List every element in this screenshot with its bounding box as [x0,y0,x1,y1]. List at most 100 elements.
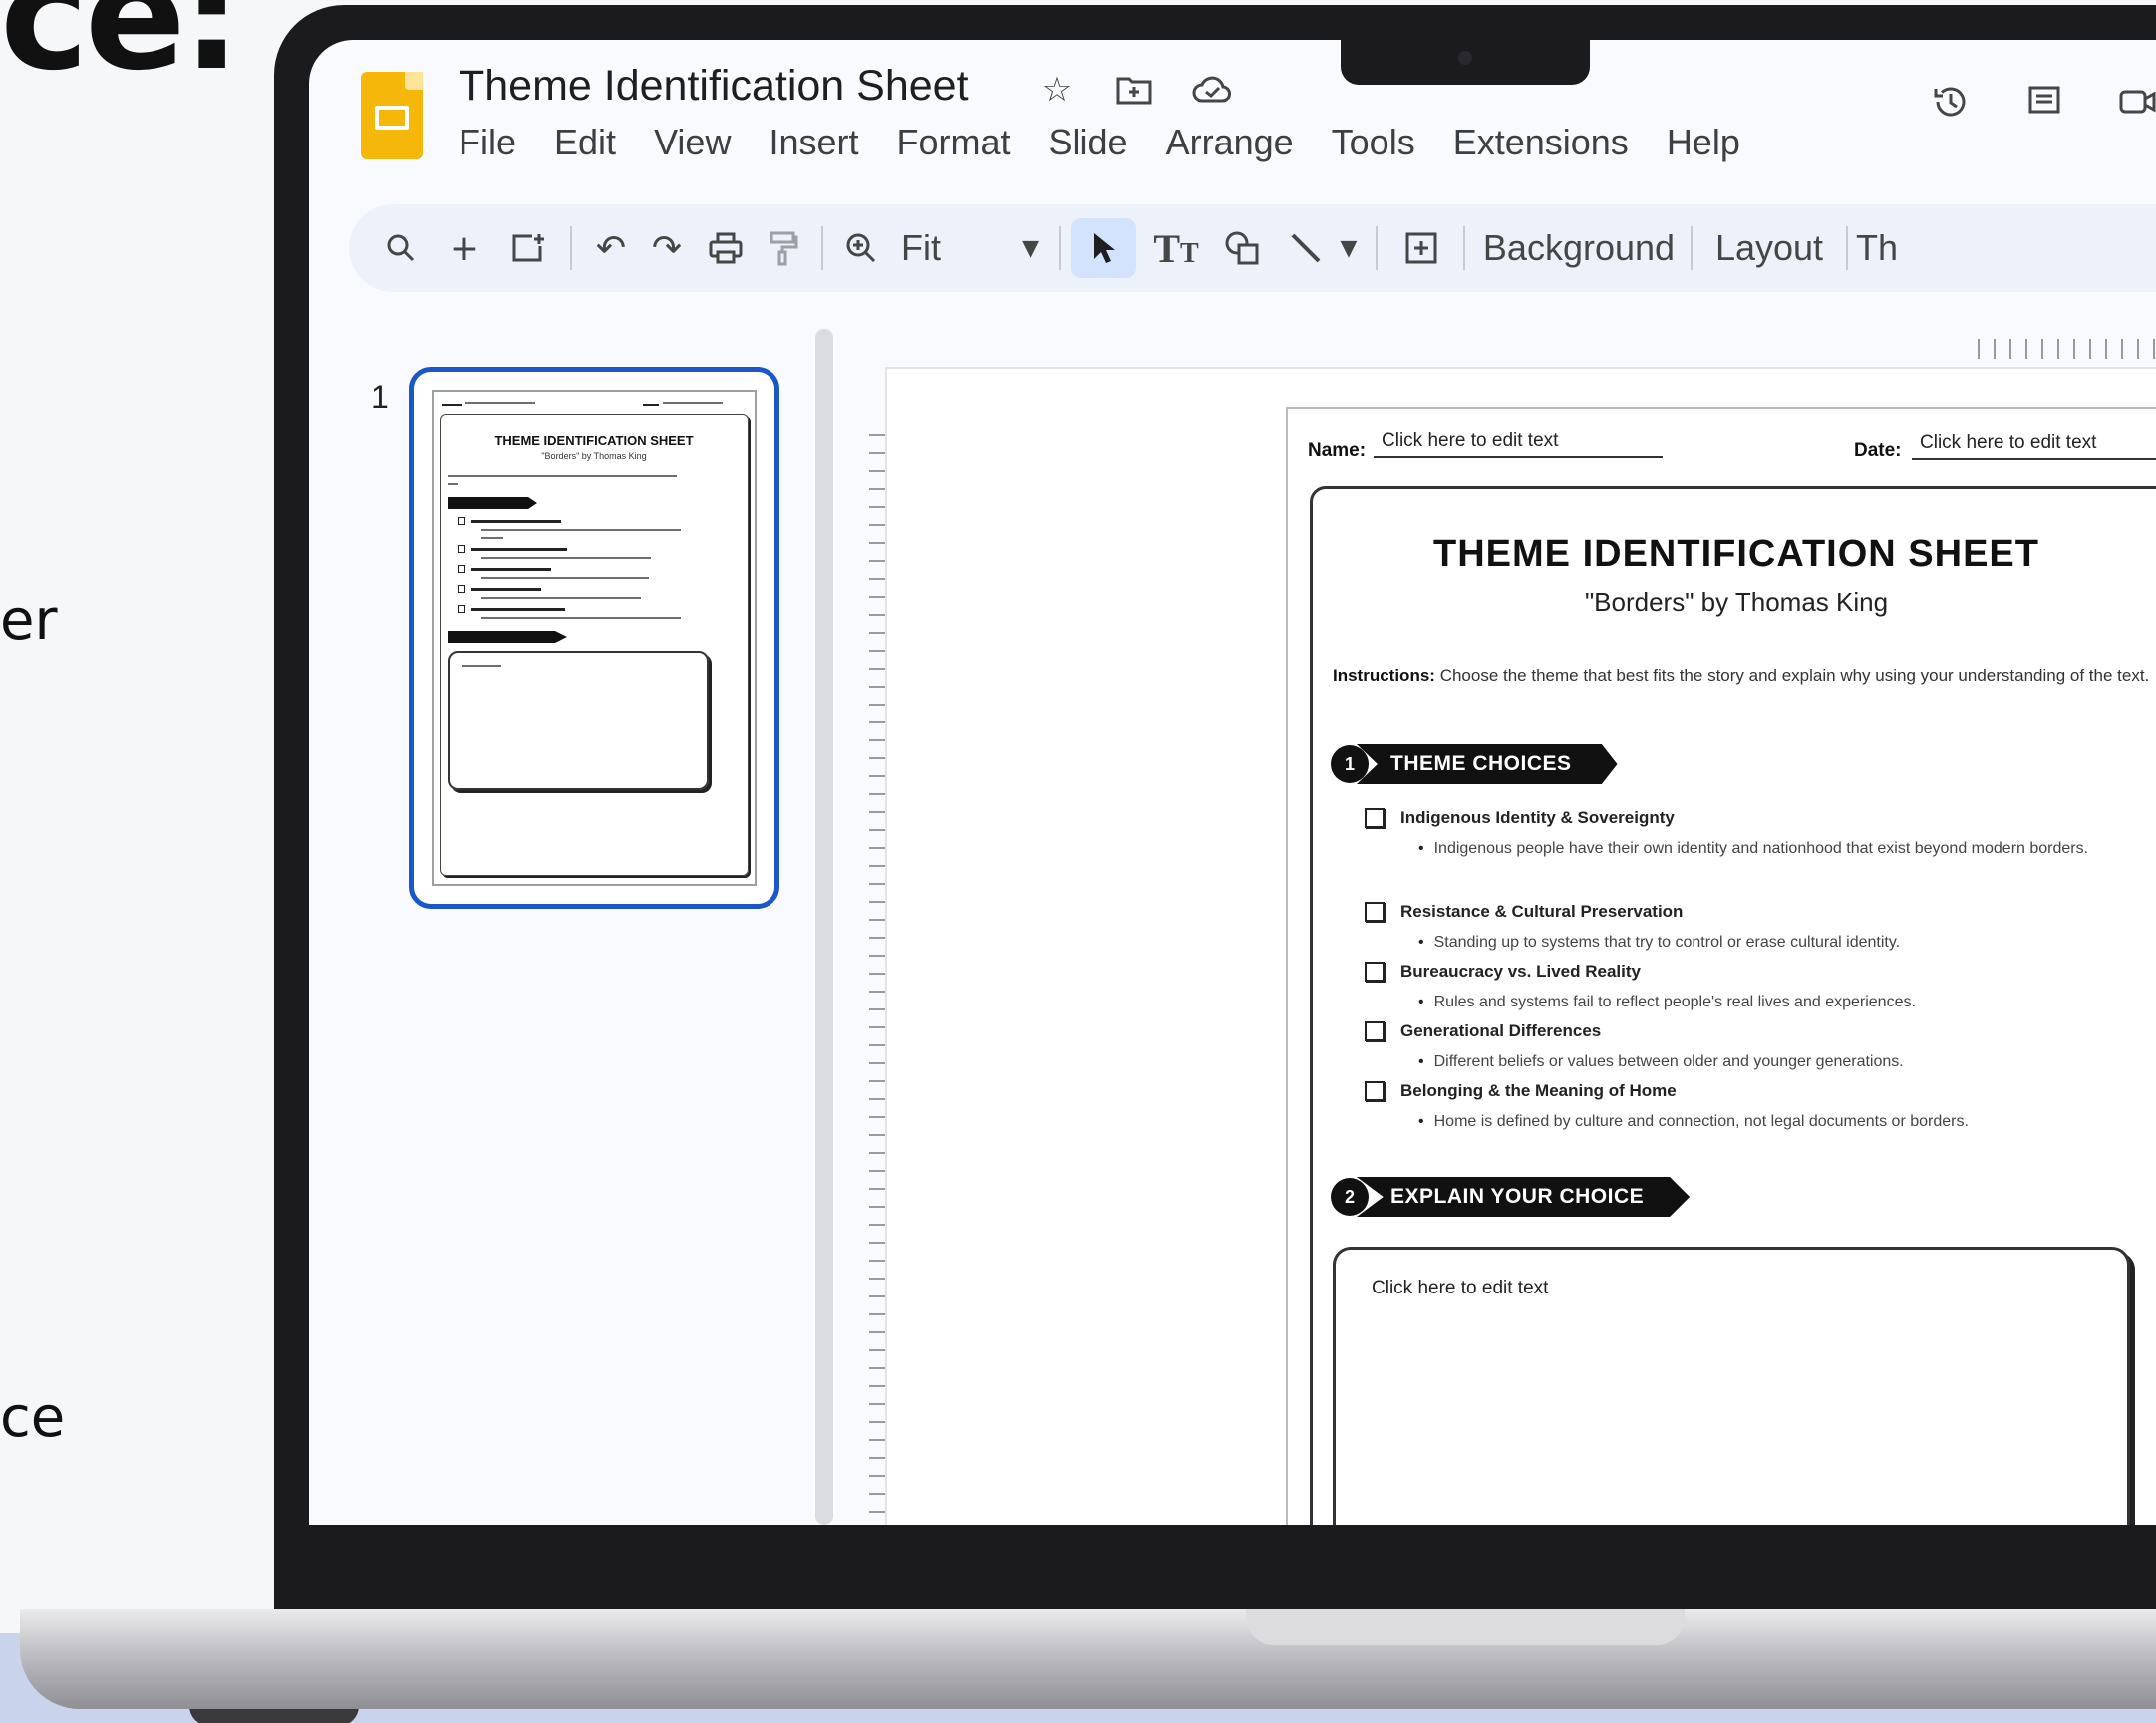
horizontal-ruler[interactable] [1964,339,2156,359]
line-icon[interactable] [1278,218,1334,278]
section-number: 2 [1331,1178,1369,1216]
select-cursor-icon[interactable] [1071,218,1136,278]
laptop-notch [1341,35,1590,85]
choice-label: Bureaucracy vs. Lived Reality [1400,962,1641,981]
cloud-saved-icon[interactable] [1192,70,1232,110]
google-slides-logo-icon[interactable] [361,72,423,159]
theme-button[interactable]: Th [1856,218,1916,278]
choice-label: Generational Differences [1400,1021,1602,1040]
vertical-ruler[interactable] [869,419,885,1525]
menu-view[interactable]: View [654,122,731,163]
theme-checkbox[interactable] [1365,902,1385,922]
choice-label: Resistance & Cultural Preservation [1400,902,1684,921]
background-button[interactable]: Background [1479,218,1679,278]
worksheet-frame: THEME IDENTIFICATION SHEET "Borders" by … [1310,486,2156,1525]
section-theme-choices: 1 THEME CHOICES [1331,744,1618,784]
slide-page[interactable]: Name: Click here to edit text Date: Clic… [1286,407,2156,1525]
top-right-icons [1929,80,2156,124]
menu-arrange[interactable]: Arrange [1166,122,1294,163]
menu-insert[interactable]: Insert [769,122,858,163]
chevron-down-icon: ▼ [1022,235,1039,261]
section-explain-choice: 2 EXPLAIN YOUR CHOICE [1331,1177,1691,1217]
menu-slide[interactable]: Slide [1049,122,1128,163]
choice-description: Standing up to systems that try to contr… [1433,934,1901,951]
date-label: Date: [1854,440,1902,461]
thumbnail-subtitle: "Borders" by Thomas King [541,451,647,461]
camera-icon[interactable] [2116,80,2156,124]
menu-edit[interactable]: Edit [554,122,616,163]
shape-icon[interactable] [1212,218,1272,278]
background-heading-fragment: ce: [0,0,242,104]
star-icon[interactable]: ☆ [1037,70,1077,110]
section-title: THEME CHOICES [1357,744,1618,784]
menu-help[interactable]: Help [1667,122,1740,163]
document-title[interactable]: Theme Identification Sheet [459,62,969,111]
theme-choice-item: Resistance & Cultural Preservation • Stan… [1365,902,2152,958]
choice-label: Belonging & the Meaning of Home [1400,1081,1677,1100]
menu-bar: File Edit View Insert Format Slide Arran… [459,122,1740,163]
theme-choice-item: Generational Differences • Different beli… [1365,1021,2152,1077]
menu-tools[interactable]: Tools [1332,122,1415,163]
layout-label: Layout [1714,227,1824,268]
choice-label: Indigenous Identity & Sovereignty [1400,808,1675,827]
search-menus-icon[interactable] [373,218,429,278]
theme-checkbox[interactable] [1365,962,1385,982]
name-field[interactable]: Click here to edit text [1374,431,1663,458]
laptop-base [20,1609,2156,1709]
text-box-icon[interactable]: TT [1146,218,1206,278]
choice-description: Rules and systems fail to reflect people… [1433,994,1916,1010]
section-number: 1 [1331,745,1369,783]
zoom-icon[interactable] [833,218,889,278]
toolbar: + ↶ ↷ Fit ▼ TT ▼ Background Layout Th [349,204,2156,292]
move-to-folder-icon[interactable] [1114,70,1154,110]
paint-format-icon[interactable] [756,218,811,278]
zoom-value: Fit [901,227,941,268]
version-history-icon[interactable] [1929,80,1973,124]
filmstrip-scrollbar[interactable] [815,329,833,1525]
theme-label: Th [1856,227,1899,268]
theme-checkbox[interactable] [1365,1021,1385,1041]
theme-checkbox[interactable] [1365,808,1385,828]
camera-dot [1458,51,1472,65]
instructions[interactable]: Instructions: Choose the theme that best… [1333,661,2150,691]
comments-icon[interactable] [2022,80,2066,124]
zoom-select[interactable]: Fit ▼ [895,218,1045,278]
name-label: Name: [1308,440,1367,461]
theme-choice-item: Bureaucracy vs. Lived Reality • Rules and… [1365,962,2152,1017]
background-text-fragment: er [0,588,58,653]
thumbnail-title: THEME IDENTIFICATION SHEET [494,433,694,448]
theme-choice-item: Belonging & the Meaning of Home • Home is… [1365,1081,2152,1137]
redo-icon[interactable]: ↷ [640,218,694,278]
print-icon[interactable] [698,218,754,278]
new-slide-layout-icon[interactable] [498,218,558,278]
layout-button[interactable]: Layout [1704,218,1834,278]
choice-description: Indigenous people have their own identit… [1433,840,2089,857]
section-title: EXPLAIN YOUR CHOICE [1357,1177,1691,1217]
undo-icon[interactable]: ↶ [584,218,638,278]
answer-placeholder[interactable]: Click here to edit text [1372,1278,1548,1299]
theme-choice-item: Indigenous Identity & Sovereignty • Indig… [1365,808,2152,864]
instructions-label: Instructions: [1333,666,1435,685]
menu-format[interactable]: Format [897,122,1011,163]
chevron-down-icon[interactable]: ▼ [1334,218,1364,278]
laptop-groove [1246,1609,1685,1645]
slide-thumbnail-1[interactable]: THEME IDENTIFICATION SHEET "Borders" by … [409,367,779,909]
menu-file[interactable]: File [459,122,516,163]
sheet-subtitle[interactable]: "Borders" by Thomas King [1313,587,2156,618]
slide-number: 1 [371,379,389,415]
app-screen: Theme Identification Sheet ☆ File Edit V… [309,40,2156,1525]
sheet-title[interactable]: THEME IDENTIFICATION SHEET [1313,533,2156,576]
title-icons: ☆ [1037,70,1232,110]
answer-text-box[interactable]: Click here to edit text [1333,1247,2130,1525]
choice-description: Home is defined by culture and connectio… [1433,1113,1969,1130]
background-text-fragment: ce [0,1385,66,1450]
add-comment-icon[interactable] [1391,218,1451,278]
background-label: Background [1482,227,1676,268]
menu-extensions[interactable]: Extensions [1453,122,1629,163]
new-slide-plus-icon[interactable]: + [437,218,492,278]
instructions-text: Choose the theme that best fits the stor… [1439,666,2150,685]
choice-description: Different beliefs or values between olde… [1433,1053,1904,1070]
thumbnail-page: THEME IDENTIFICATION SHEET "Borders" by … [432,390,757,886]
theme-checkbox[interactable] [1365,1081,1385,1101]
date-field[interactable]: Click here to edit text [1912,432,2156,460]
